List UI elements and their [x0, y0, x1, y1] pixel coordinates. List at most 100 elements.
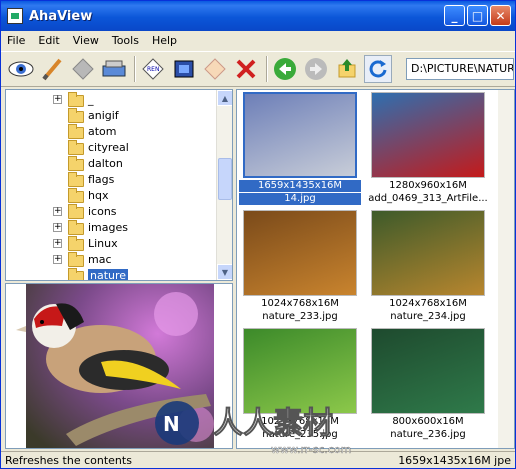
thumbnail-dimensions: 1024x768x16M [261, 298, 339, 309]
thumbnail-item[interactable]: 800x600x16M nature_236.jpg [367, 326, 489, 444]
eraser-icon[interactable] [69, 55, 97, 83]
folder-icon [68, 140, 84, 155]
thumbnail-dimensions: 1280x960x16M [389, 180, 467, 191]
thumbnail-dimensions: 1024x768x16M [261, 416, 339, 427]
status-bar: Refreshes the contents 1659x1435x16M jpe [1, 451, 515, 468]
tree-item[interactable]: hqx [6, 188, 216, 204]
app-window: AhaView _ □ ✕ File Edit View Tools Help … [0, 0, 516, 469]
tree-item[interactable]: anigif [6, 108, 216, 124]
tree-item-label: Linux [88, 237, 118, 250]
scroll-thumb[interactable] [218, 158, 232, 200]
scroll-down-button[interactable]: ▼ [217, 264, 232, 280]
status-message: Refreshes the contents [5, 453, 132, 467]
tree-item-label: anigif [88, 109, 119, 122]
expand-toggle[interactable]: + [53, 223, 62, 232]
folder-icon [68, 108, 84, 123]
thumbnail-filename: nature_234.jpg [390, 311, 466, 322]
menu-tools[interactable]: Tools [112, 34, 139, 47]
folder-move-icon[interactable] [201, 55, 229, 83]
folder-icon [68, 268, 84, 280]
thumbnail-grid[interactable]: 1659x1435x16M 14.jpg 1280x960x16M add_0469_… [236, 89, 515, 449]
expand-toggle[interactable]: + [53, 255, 62, 264]
window-title: AhaView [29, 8, 93, 24]
thumbnail-filename: nature_235.jpg [262, 429, 338, 440]
close-button[interactable]: ✕ [490, 5, 511, 26]
tree-item[interactable]: cityreal [6, 140, 216, 156]
tree-item-label: hqx [88, 189, 109, 202]
tree-item[interactable]: + mac [6, 252, 216, 268]
minimize-button[interactable]: _ [444, 5, 465, 26]
tree-item[interactable]: + Linux [6, 236, 216, 252]
folder-icon [68, 172, 84, 187]
tree-item[interactable]: nature [6, 268, 216, 281]
up-folder-icon[interactable] [333, 55, 361, 83]
thumbnail-item[interactable]: 1659x1435x16M 14.jpg [239, 90, 361, 208]
folder-icon [68, 188, 84, 203]
menu-bar: File Edit View Tools Help [1, 31, 515, 49]
thumbnail-item[interactable]: 1024x768x16M nature_233.jpg [239, 208, 361, 326]
goldfinch-preview-image [16, 284, 214, 448]
thumbnail-filename: nature_236.jpg [390, 429, 466, 440]
thumbnail-filename: 14.jpg [239, 193, 361, 205]
expand-toggle[interactable]: + [53, 207, 62, 216]
folder-icon [68, 92, 84, 107]
tree-item[interactable]: flags [6, 172, 216, 188]
title-bar[interactable]: AhaView _ □ ✕ [1, 1, 515, 31]
brush-icon[interactable] [38, 55, 66, 83]
back-icon[interactable] [271, 55, 299, 83]
rename-icon[interactable]: REN [139, 55, 167, 83]
tree-item[interactable]: + icons [6, 204, 216, 220]
forward-icon[interactable] [302, 55, 330, 83]
thumbnail-filename: add_0469_313_ArtFile... [368, 193, 488, 204]
tree-scrollbar[interactable]: ▲ ▼ [216, 90, 232, 280]
folder-icon [68, 220, 84, 235]
tree-item-label: _ [88, 93, 94, 106]
tree-item[interactable]: + _ [6, 92, 216, 108]
thumbnail-dimensions: 1024x768x16M [389, 298, 467, 309]
menu-edit[interactable]: Edit [38, 34, 59, 47]
tree-item-label: dalton [88, 157, 123, 170]
folder-icon [68, 124, 84, 139]
thumbnail-item[interactable]: 1280x960x16M add_0469_313_ArtFile... [367, 90, 489, 208]
thumbnail-item[interactable]: 1024x768x16M nature_235.jpg [239, 326, 361, 444]
expand-toggle[interactable]: + [53, 95, 62, 104]
thumbnail-dimensions: 800x600x16M [392, 416, 464, 427]
thumbnail-image [243, 328, 357, 414]
folder-tree[interactable]: + _ anigif atom cityreal dalton flags hqx + icons… [5, 89, 233, 281]
tree-item-label: nature [88, 269, 129, 281]
toolbar-separator [134, 56, 136, 82]
folder-icon [68, 156, 84, 171]
thumbnail-image [371, 210, 485, 296]
maximize-button[interactable]: □ [467, 5, 488, 26]
thumbnail-item[interactable]: 1024x768x16M nature_234.jpg [367, 208, 489, 326]
tree-item[interactable]: + images [6, 220, 216, 236]
scanner-icon[interactable] [100, 55, 128, 83]
view-eye-icon[interactable] [7, 55, 35, 83]
folder-icon [68, 236, 84, 251]
thumbnail-scrollbar[interactable] [498, 90, 514, 448]
tree-item-label: atom [88, 125, 117, 138]
film-icon[interactable] [170, 55, 198, 83]
tree-item[interactable]: atom [6, 124, 216, 140]
tree-item[interactable]: dalton [6, 156, 216, 172]
tree-item-label: images [88, 221, 128, 234]
svg-text:REN: REN [147, 66, 159, 73]
thumbnail-dimensions: 1659x1435x16M [239, 180, 361, 192]
menu-help[interactable]: Help [152, 34, 177, 47]
thumbnail-image [243, 210, 357, 296]
tree-item-label: icons [88, 205, 117, 218]
address-field[interactable]: D:\PICTURE\NATURE [406, 58, 514, 80]
toolbar-separator [266, 56, 268, 82]
folder-icon [68, 252, 84, 267]
refresh-icon[interactable] [364, 55, 392, 83]
delete-icon[interactable] [232, 55, 260, 83]
scroll-up-button[interactable]: ▲ [217, 90, 232, 106]
tree-item-label: cityreal [88, 141, 129, 154]
status-image-info: 1659x1435x16M jpe [398, 453, 511, 467]
menu-view[interactable]: View [73, 34, 99, 47]
thumbnail-image [371, 92, 485, 178]
thumbnail-image [243, 92, 357, 178]
expand-toggle[interactable]: + [53, 239, 62, 248]
app-icon [7, 8, 23, 24]
menu-file[interactable]: File [7, 34, 25, 47]
